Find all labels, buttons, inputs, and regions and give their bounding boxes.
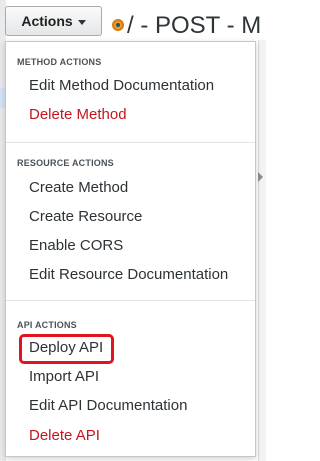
section-heading-resource-actions: RESOURCE ACTIONS bbox=[17, 158, 114, 168]
menu-item-delete-method[interactable]: Delete Method bbox=[29, 106, 127, 124]
actions-menu: METHOD ACTIONS Edit Method Documentation… bbox=[5, 41, 256, 457]
section-heading-api-actions: API ACTIONS bbox=[17, 320, 77, 330]
method-badge-icon bbox=[112, 19, 124, 31]
menu-item-create-method[interactable]: Create Method bbox=[29, 179, 128, 197]
section-heading-method-actions: METHOD ACTIONS bbox=[17, 57, 102, 67]
menu-item-create-resource[interactable]: Create Resource bbox=[29, 208, 142, 226]
screen: Actions / - POST - M METHOD ACTIONS Edit… bbox=[0, 0, 266, 461]
menu-item-delete-api[interactable]: Delete API bbox=[29, 427, 100, 445]
page-title: / - POST - M bbox=[127, 12, 262, 39]
method-panel-edge bbox=[258, 40, 266, 461]
menu-item-deploy-api[interactable]: Deploy API bbox=[29, 339, 103, 357]
chevron-down-icon bbox=[77, 19, 86, 25]
menu-divider bbox=[6, 142, 255, 143]
menu-item-edit-api-documentation[interactable]: Edit API Documentation bbox=[29, 397, 187, 415]
panel-arrow-icon bbox=[258, 172, 263, 182]
actions-button-label: Actions bbox=[21, 13, 73, 29]
menu-item-import-api[interactable]: Import API bbox=[29, 368, 99, 386]
menu-item-edit-resource-documentation[interactable]: Edit Resource Documentation bbox=[29, 266, 228, 284]
actions-dropdown-button[interactable]: Actions bbox=[5, 6, 102, 36]
menu-item-enable-cors[interactable]: Enable CORS bbox=[29, 237, 123, 255]
menu-item-edit-method-documentation[interactable]: Edit Method Documentation bbox=[29, 77, 214, 95]
menu-divider bbox=[6, 300, 255, 301]
